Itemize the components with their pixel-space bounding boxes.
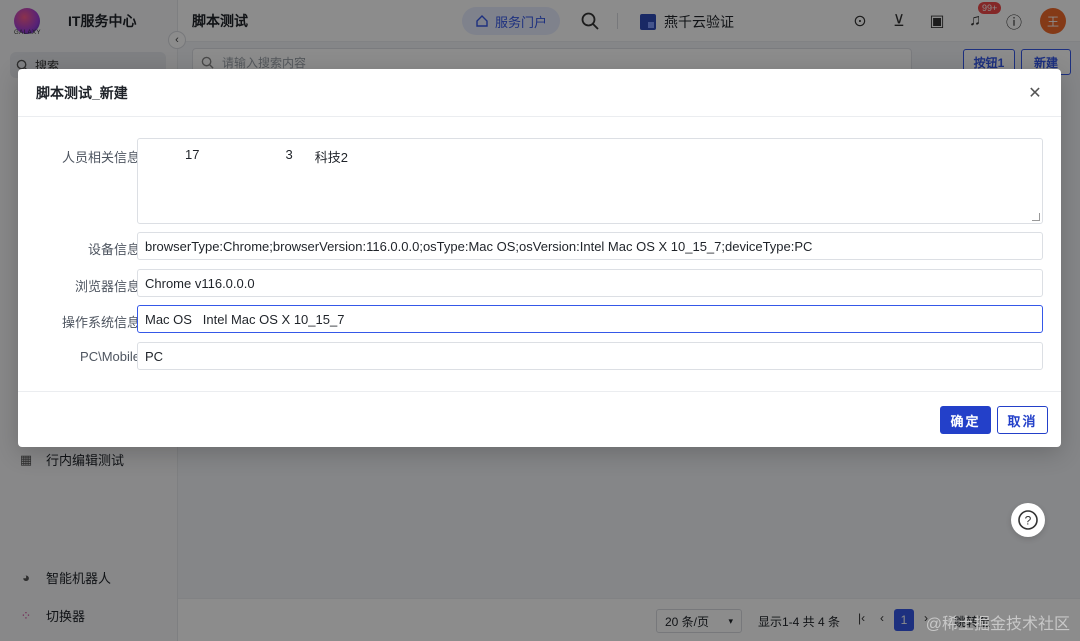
field-label: 浏览器信息 [74,279,140,294]
watermark: @稀土掘金技术社区 [925,616,1070,633]
question-icon: ? [1018,510,1038,530]
help-float-button[interactable]: ? [1011,503,1045,537]
field-label: 人员相关信息 [61,150,140,165]
redacted-block [145,147,185,161]
svg-text:?: ? [1025,514,1032,528]
dialog-footer: 确定 取消 [18,391,1061,447]
redacted-block [199,147,286,161]
person-info-part-1: 17 [185,147,200,162]
create-dialog: 脚本测试_新建 ✕ 人员相关信息 17 3 科技2 设备信息 browserTy… [18,69,1061,447]
browser-info-input[interactable]: Chrome v116.0.0.0 [137,269,1043,297]
pc-mobile-input[interactable]: PC [137,342,1043,370]
field-label: 设备信息 [87,242,140,257]
resize-handle-icon[interactable] [1032,213,1040,221]
dialog-title: 脚本测试_新建 [36,84,128,101]
person-info-textarea[interactable]: 17 3 科技2 [137,138,1043,224]
cancel-button[interactable]: 取消 [997,406,1048,434]
os-info-input[interactable]: Mac OS Intel Mac OS X 10_15_7 [137,305,1043,333]
field-label: PC\Mobile [80,349,140,364]
redacted-block [292,147,315,161]
device-info-input[interactable]: browserType:Chrome;browserVersion:116.0.… [137,232,1043,260]
person-info-part-3: 科技2 [314,150,348,165]
dialog-header: 脚本测试_新建 [18,69,1061,117]
confirm-button[interactable]: 确定 [940,406,991,434]
close-icon[interactable]: ✕ [1025,83,1045,103]
person-info-part-2: 3 [285,147,293,162]
field-label: 操作系统信息 [61,315,140,330]
